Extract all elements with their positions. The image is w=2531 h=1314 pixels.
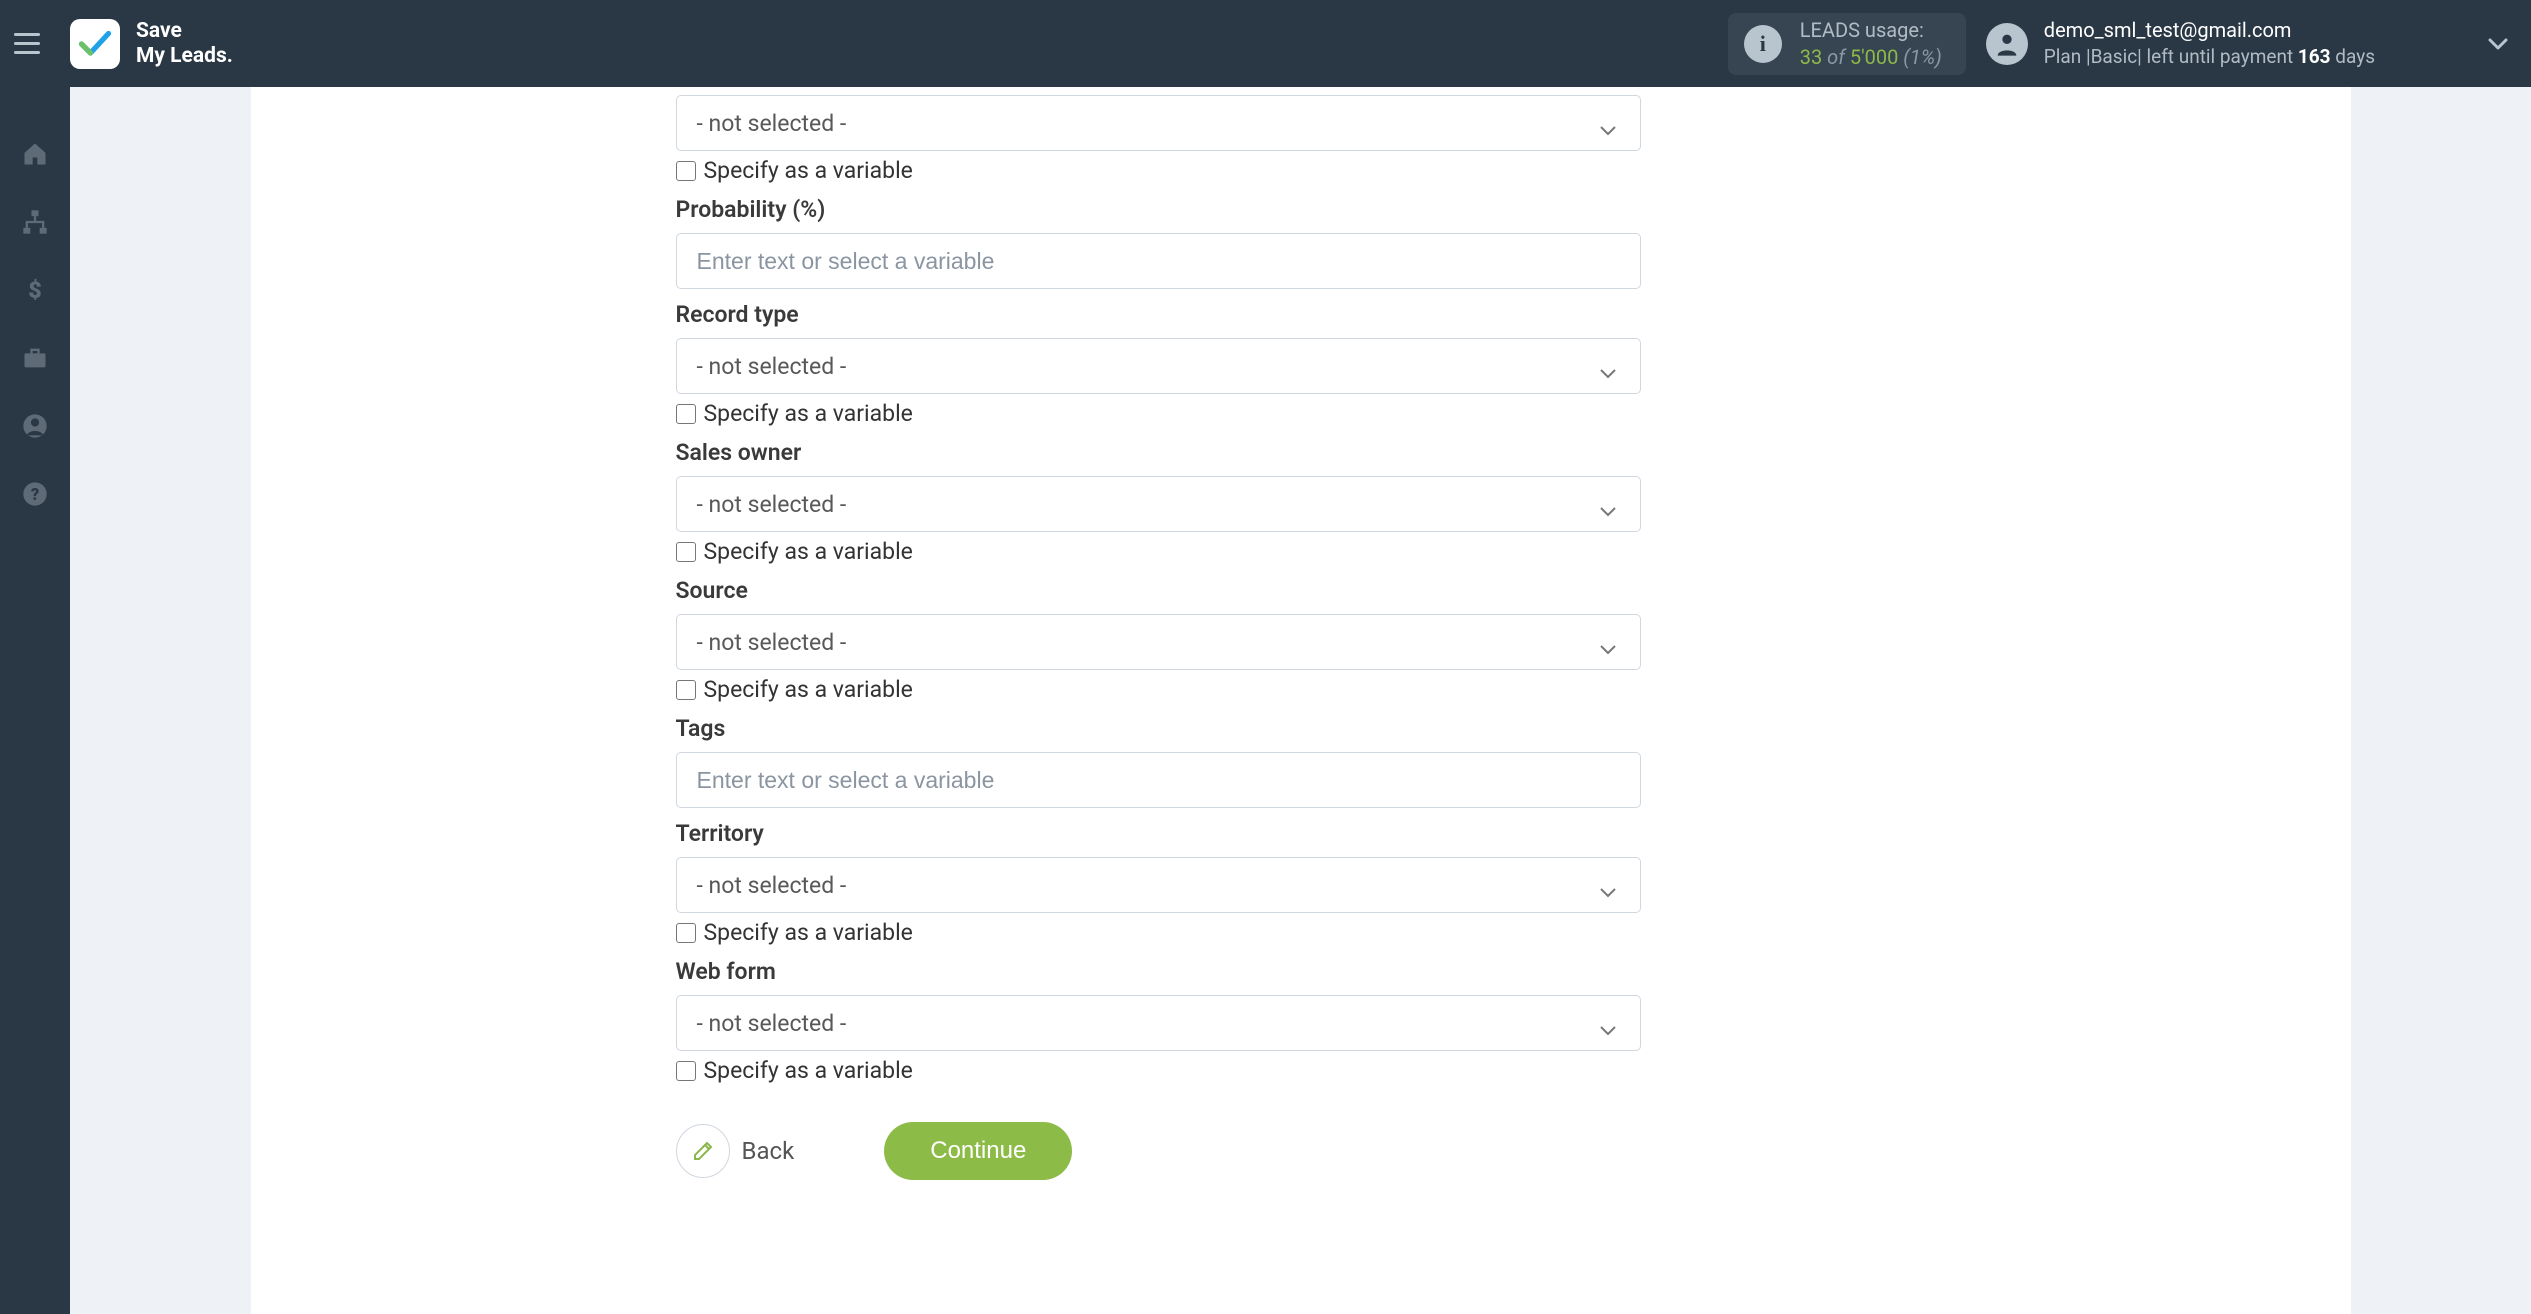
probability-label: Probability (%) <box>676 196 1641 223</box>
info-icon: i <box>1744 25 1782 63</box>
select-value: - not selected - <box>697 872 847 899</box>
user-plan: Plan |Basic| left until payment 163 days <box>2044 44 2375 70</box>
sales-owner-label: Sales owner <box>676 439 1641 466</box>
pencil-icon <box>676 1124 730 1178</box>
record-type-label: Record type <box>676 301 1641 328</box>
source-select[interactable]: - not selected - <box>676 614 1641 670</box>
sidebar-profile-icon[interactable] <box>18 409 52 443</box>
chevron-down-icon <box>1598 359 1618 373</box>
sidebar-billing-icon[interactable]: $ <box>18 273 52 307</box>
form-panel: - not selected - Specify as a variable P… <box>251 87 2351 1314</box>
specify-variable-label: Specify as a variable <box>704 157 913 184</box>
specify-variable-row: Specify as a variable <box>676 157 1641 184</box>
web-form-select[interactable]: - not selected - <box>676 995 1641 1051</box>
field-group-territory: Territory - not selected - Specify as a … <box>676 820 1641 946</box>
specify-variable-row: Specify as a variable <box>676 400 1641 427</box>
chevron-down-icon <box>1598 1016 1618 1030</box>
select-value: - not selected - <box>697 353 847 380</box>
specify-variable-label: Specify as a variable <box>704 1057 913 1084</box>
select-unknown-top[interactable]: - not selected - <box>676 95 1641 151</box>
back-button[interactable]: Back <box>676 1124 795 1178</box>
leads-usage-box[interactable]: i LEADS usage: 33 of 5'000 (1%) <box>1728 13 1966 75</box>
specify-variable-label: Specify as a variable <box>704 676 913 703</box>
specify-variable-checkbox[interactable] <box>676 923 696 943</box>
user-menu-chevron-icon[interactable] <box>2485 31 2511 57</box>
field-group-source: Source - not selected - Specify as a var… <box>676 577 1641 703</box>
field-group-probability: Probability (%) <box>676 196 1641 289</box>
continue-button[interactable]: Continue <box>884 1122 1072 1180</box>
probability-input[interactable] <box>676 233 1641 289</box>
svg-text:$: $ <box>28 276 42 304</box>
brand-logo[interactable] <box>70 19 120 69</box>
chevron-down-icon <box>1598 635 1618 649</box>
record-type-select[interactable]: - not selected - <box>676 338 1641 394</box>
specify-variable-checkbox[interactable] <box>676 680 696 700</box>
sidebar-connections-icon[interactable] <box>18 205 52 239</box>
select-value: - not selected - <box>697 110 847 137</box>
specify-variable-label: Specify as a variable <box>704 538 913 565</box>
user-email: demo_sml_test@gmail.com <box>2044 17 2375 44</box>
specify-variable-checkbox[interactable] <box>676 542 696 562</box>
select-value: - not selected - <box>697 491 847 518</box>
field-group-record-type: Record type - not selected - Specify as … <box>676 301 1641 427</box>
sidebar-help-icon[interactable]: ? <box>18 477 52 511</box>
select-value: - not selected - <box>697 1010 847 1037</box>
sales-owner-select[interactable]: - not selected - <box>676 476 1641 532</box>
territory-label: Territory <box>676 820 1641 847</box>
user-avatar-icon[interactable] <box>1986 23 2028 65</box>
chevron-down-icon <box>1598 116 1618 130</box>
brand-name: Save My Leads. <box>136 19 233 67</box>
chevron-down-icon <box>1598 878 1618 892</box>
specify-variable-label: Specify as a variable <box>704 400 913 427</box>
sidebar: $ ? <box>0 87 70 1314</box>
field-group-web-form: Web form - not selected - Specify as a v… <box>676 958 1641 1084</box>
territory-select[interactable]: - not selected - <box>676 857 1641 913</box>
field-group-sales-owner: Sales owner - not selected - Specify as … <box>676 439 1641 565</box>
form-actions: Back Continue <box>676 1122 1641 1210</box>
leads-usage-text: LEADS usage: 33 of 5'000 (1%) <box>1800 17 1942 71</box>
field-group-tags: Tags <box>676 715 1641 808</box>
field-group-unknown-top: - not selected - Specify as a variable <box>676 95 1641 184</box>
specify-variable-row: Specify as a variable <box>676 919 1641 946</box>
sidebar-briefcase-icon[interactable] <box>18 341 52 375</box>
specify-variable-checkbox[interactable] <box>676 161 696 181</box>
specify-variable-label: Specify as a variable <box>704 919 913 946</box>
user-info[interactable]: demo_sml_test@gmail.com Plan |Basic| lef… <box>2044 17 2375 70</box>
specify-variable-row: Specify as a variable <box>676 538 1641 565</box>
topbar: Save My Leads. i LEADS usage: 33 of 5'00… <box>0 0 2531 87</box>
tags-input[interactable] <box>676 752 1641 808</box>
content-area: - not selected - Specify as a variable P… <box>70 87 2531 1314</box>
specify-variable-row: Specify as a variable <box>676 676 1641 703</box>
specify-variable-checkbox[interactable] <box>676 1061 696 1081</box>
tags-label: Tags <box>676 715 1641 742</box>
source-label: Source <box>676 577 1641 604</box>
specify-variable-row: Specify as a variable <box>676 1057 1641 1084</box>
web-form-label: Web form <box>676 958 1641 985</box>
chevron-down-icon <box>1598 497 1618 511</box>
select-value: - not selected - <box>697 629 847 656</box>
sidebar-home-icon[interactable] <box>18 137 52 171</box>
specify-variable-checkbox[interactable] <box>676 404 696 424</box>
svg-text:?: ? <box>31 485 39 504</box>
back-label: Back <box>742 1137 795 1165</box>
hamburger-menu-icon[interactable] <box>14 25 52 63</box>
